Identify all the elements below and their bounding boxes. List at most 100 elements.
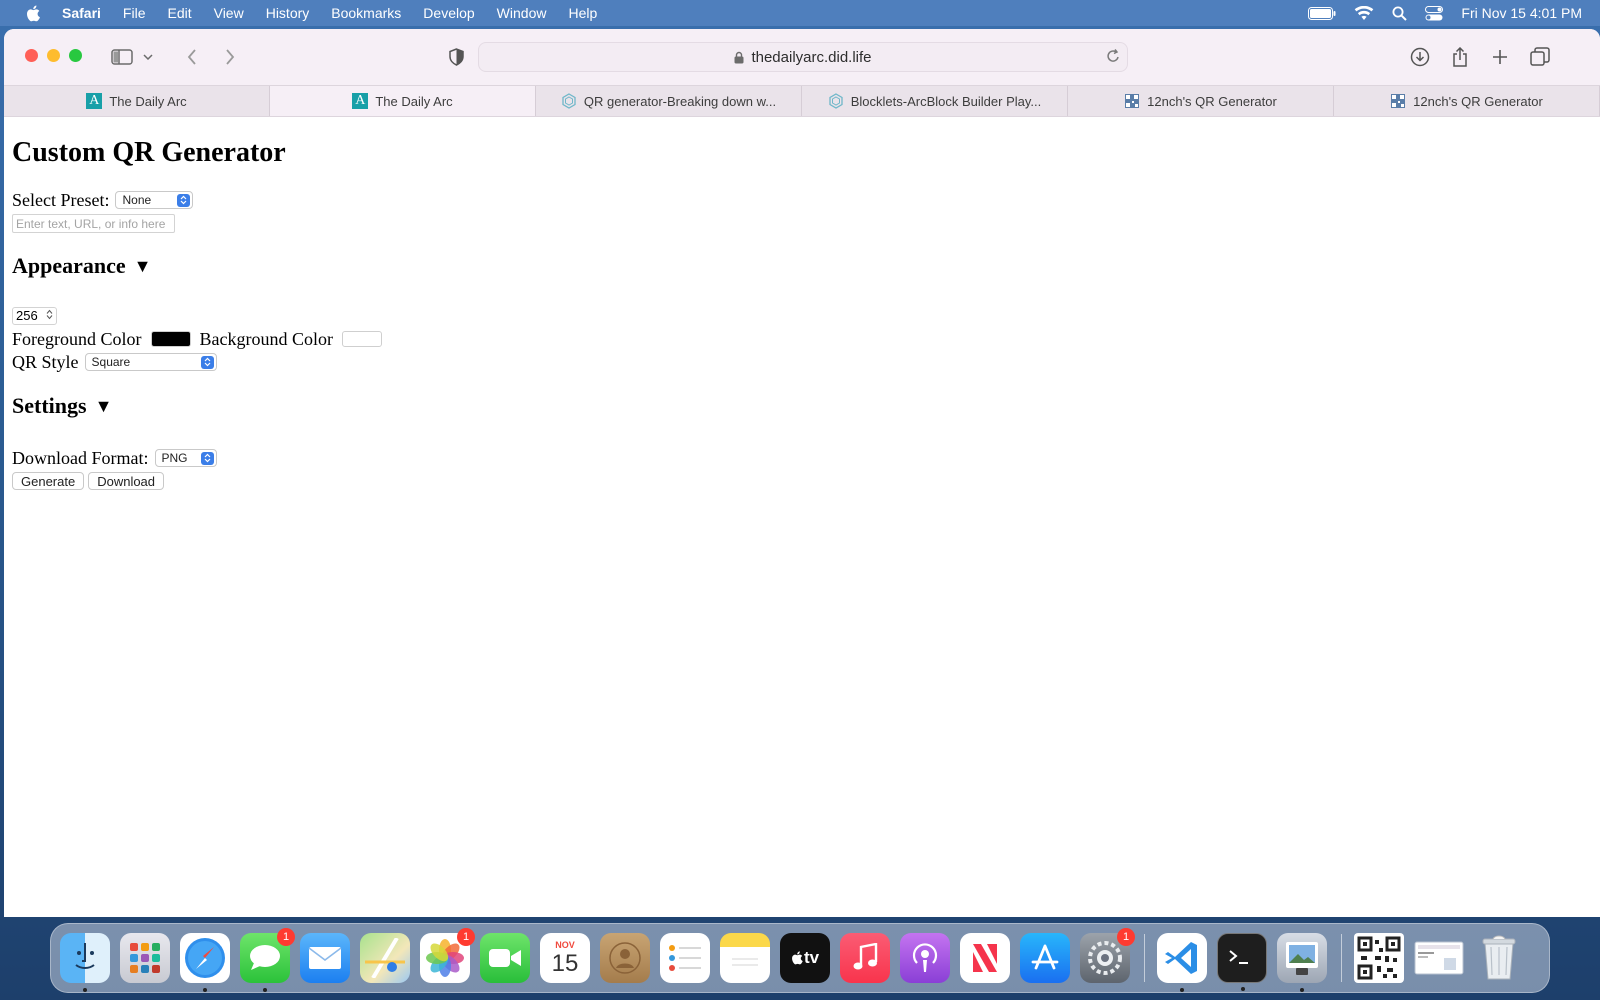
apple-tv-label: tv (803, 948, 820, 967)
qr-content-input[interactable] (12, 214, 175, 233)
color-row: Foreground Color Background Color (12, 328, 1592, 350)
close-window-button[interactable] (25, 49, 38, 62)
back-arrow-icon[interactable] (178, 43, 206, 71)
foreground-color-picker[interactable] (150, 331, 191, 347)
menu-edit[interactable]: Edit (167, 5, 191, 21)
news-icon[interactable] (960, 933, 1010, 983)
preset-select-value: None (122, 193, 152, 207)
qr-style-select[interactable]: Square (84, 353, 217, 371)
tab-12nch-qr-generator-2[interactable]: 12nch's QR Generator (1334, 86, 1600, 116)
apple-menu-icon[interactable] (22, 2, 44, 24)
hexagon-logo-icon (828, 93, 844, 109)
select-stepper-icon (200, 355, 214, 369)
menu-file[interactable]: File (123, 5, 146, 21)
spotlight-search-icon[interactable] (1392, 6, 1408, 21)
new-tab-plus-icon[interactable] (1486, 43, 1514, 71)
apple-tv-icon[interactable]: tv (780, 933, 830, 983)
running-indicator (83, 988, 87, 992)
generate-button[interactable]: Generate (12, 472, 85, 490)
foreground-color-label: Foreground Color (12, 329, 142, 349)
control-center-icon[interactable] (1425, 5, 1444, 21)
notification-badge: 1 (277, 928, 295, 946)
download-button[interactable]: Download (88, 472, 165, 490)
tab-title: The Daily Arc (109, 93, 187, 109)
running-indicator (1300, 988, 1304, 992)
messages-icon[interactable]: 1 (240, 928, 295, 992)
expand-triangle-icon[interactable]: ▼ (95, 396, 113, 417)
maps-icon[interactable] (360, 933, 410, 983)
menu-app-name[interactable]: Safari (62, 5, 101, 21)
facetime-icon[interactable] (480, 933, 530, 983)
battery-icon[interactable] (1308, 6, 1336, 20)
tab-the-daily-arc-active[interactable]: A The Daily Arc (270, 86, 536, 116)
page-title: Custom QR Generator (12, 137, 286, 168)
qr-size-input[interactable]: 256 (12, 307, 57, 325)
background-color-label: Background Color (199, 329, 333, 349)
notification-badge: 1 (457, 928, 475, 946)
settings-heading-label: Settings (12, 393, 87, 418)
chevron-down-icon[interactable] (140, 43, 156, 71)
menu-develop[interactable]: Develop (423, 5, 474, 21)
hexagon-logo-icon (561, 93, 577, 109)
system-settings-icon[interactable]: 1 (1080, 928, 1135, 983)
safari-app-icon[interactable] (180, 933, 230, 992)
tab-12nch-qr-generator[interactable]: 12nch's QR Generator (1068, 86, 1334, 116)
appearance-heading-label: Appearance (12, 253, 126, 278)
qr-size-value: 256 (16, 308, 38, 323)
menu-view[interactable]: View (214, 5, 244, 21)
calendar-icon[interactable]: NOV 15 (540, 933, 590, 983)
forward-arrow-icon[interactable] (216, 43, 244, 71)
wifi-icon[interactable] (1354, 5, 1374, 21)
screenshot-thumbnail-icon[interactable] (1414, 933, 1464, 983)
menu-bookmarks[interactable]: Bookmarks (331, 5, 401, 21)
address-bar-url: thedailyarc.did.life (751, 48, 872, 66)
app-store-icon[interactable] (1020, 933, 1070, 983)
menu-window[interactable]: Window (497, 5, 547, 21)
number-stepper-icon[interactable] (46, 305, 53, 327)
music-icon[interactable] (840, 933, 890, 983)
launchpad-icon[interactable] (120, 933, 170, 983)
privacy-shield-icon[interactable] (442, 43, 470, 71)
dock-separator (1341, 934, 1342, 982)
menubar-clock[interactable]: Fri Nov 15 4:01 PM (1461, 5, 1582, 21)
podcasts-icon[interactable] (900, 933, 950, 983)
menu-help[interactable]: Help (568, 5, 597, 21)
background-color-picker[interactable] (341, 331, 382, 347)
contacts-icon[interactable] (600, 933, 650, 983)
tab-overview-icon[interactable] (1526, 43, 1554, 71)
fullscreen-window-button[interactable] (69, 49, 82, 62)
finder-icon[interactable] (60, 933, 110, 992)
preview-icon[interactable] (1277, 933, 1327, 992)
expand-triangle-icon[interactable]: ▼ (134, 256, 152, 277)
menu-history[interactable]: History (266, 5, 310, 21)
preset-label: Select Preset: (12, 190, 110, 210)
tab-qr-generator-article[interactable]: QR generator-Breaking down w... (536, 86, 802, 116)
tab-blocklets-playground[interactable]: Blocklets-ArcBlock Builder Play... (802, 86, 1068, 116)
reminders-icon[interactable] (660, 933, 710, 983)
share-icon[interactable] (1446, 43, 1474, 71)
photos-icon[interactable]: 1 (420, 928, 475, 983)
reload-icon[interactable] (1105, 47, 1121, 69)
tab-the-daily-arc[interactable]: A The Daily Arc (4, 86, 270, 116)
minimize-window-button[interactable] (47, 49, 60, 62)
settings-heading[interactable]: Settings ▼ (12, 393, 1592, 419)
tab-title: 12nch's QR Generator (1147, 93, 1277, 109)
appearance-heading[interactable]: Appearance ▼ (12, 253, 1592, 279)
preset-select[interactable]: None (115, 191, 194, 209)
qr-code-image-icon[interactable] (1354, 933, 1404, 983)
sidebar-toggle-icon[interactable] (108, 43, 136, 71)
address-bar[interactable]: thedailyarc.did.life (478, 42, 1128, 72)
running-indicator (263, 988, 267, 992)
mail-icon[interactable] (300, 933, 350, 983)
vscode-icon[interactable] (1157, 933, 1207, 992)
dock: 1 1 NOV 15 tv 1 (50, 923, 1550, 993)
notes-icon[interactable] (720, 933, 770, 983)
download-format-select[interactable]: PNG (154, 449, 217, 467)
lock-icon (734, 51, 744, 64)
select-stepper-icon (200, 451, 214, 465)
running-indicator (1180, 988, 1184, 992)
terminal-icon[interactable] (1217, 933, 1267, 991)
qr-style-select-value: Square (91, 355, 131, 369)
trash-icon[interactable] (1474, 933, 1524, 983)
downloads-icon[interactable] (1406, 43, 1434, 71)
